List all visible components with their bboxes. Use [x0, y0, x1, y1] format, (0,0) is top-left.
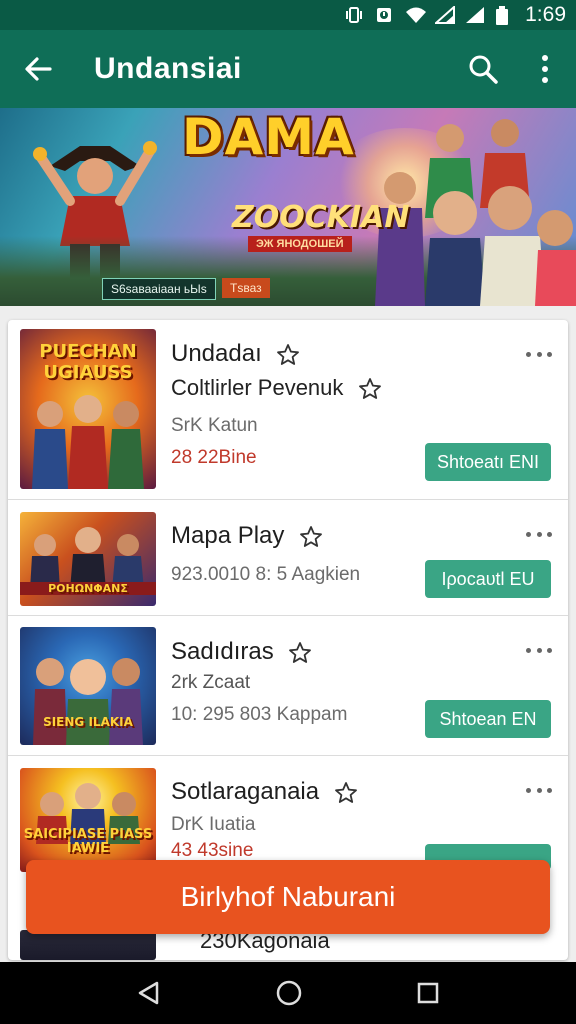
battery-icon [495, 6, 513, 25]
app-name-text: Sadıdıras [171, 638, 274, 665]
signal-icon [433, 4, 456, 24]
star-icon[interactable] [299, 525, 323, 549]
list-item[interactable]: SIENG ILAKIA Sadıdıras 2rk Zcaat 10: 295… [8, 616, 568, 756]
app-subtitle-meta: 2rk Zcaat [171, 672, 251, 693]
banner-tag-right: Тѕваз [222, 278, 270, 298]
app-name: Mapa Play [171, 522, 323, 550]
item-more-button[interactable] [526, 780, 552, 800]
app-screen: 1:69 Undansiai DAMA ZOOCKIAN ЭЖ ЯНОДОШЕЙ… [0, 0, 576, 1024]
nav-recents-icon[interactable] [416, 981, 440, 1005]
item-more-button[interactable] [526, 640, 552, 660]
search-icon [469, 55, 498, 84]
app-name-text: Undadaı [171, 340, 262, 367]
thumbnail-art-text: SAICIPIASE PIASS IAWIE [23, 827, 153, 856]
page-title: Undansiai [94, 52, 242, 85]
app-meta: SrK Katun [171, 415, 258, 436]
install-button[interactable]: Shtoean EN [425, 700, 551, 738]
star-icon[interactable] [288, 641, 312, 665]
app-name-text: Mapa Play [171, 522, 285, 549]
app-meta: 10: 295 803 Kappam [171, 704, 348, 725]
search-button[interactable] [452, 30, 514, 108]
app-subtitle-text: Coltlirler Pevenuk [171, 375, 344, 400]
nav-home-icon[interactable] [275, 979, 303, 1007]
star-icon[interactable] [334, 781, 358, 805]
alarm-icon [375, 6, 393, 24]
app-name: Sotlaraganaia [171, 778, 358, 806]
app-red-meta: 43 43sine [171, 840, 254, 861]
banner-logo-ribbon: ЭЖ ЯНОДОШЕЙ [248, 236, 352, 252]
list-item[interactable]: PUECHAN UGIAUSS Undadaı Coltlirler Peven… [8, 320, 568, 500]
status-time: 1:69 [525, 3, 566, 26]
primary-action-button[interactable]: Birlyhof Naburani [26, 860, 550, 934]
system-nav-bar [0, 962, 576, 1024]
thumbnail-art-text: PUECHAN UGIAUSS [39, 341, 137, 383]
vibrate-icon [345, 6, 363, 24]
thumbnail-characters [30, 527, 144, 590]
app-thumbnail: PUECHAN UGIAUSS [20, 329, 156, 489]
app-subtitle: Coltlirler Pevenuk [171, 375, 382, 401]
app-thumbnail-next [20, 930, 156, 960]
app-meta: DrK Iuatia [171, 814, 256, 835]
star-icon[interactable] [276, 343, 300, 367]
app-name: Undadaı [171, 340, 300, 368]
app-thumbnail: SIENG ILAKIA [20, 627, 156, 745]
banner-logo-title: DAMA [182, 108, 355, 166]
app-meta: 923.0010 8: 5 Aagkien [171, 564, 361, 585]
more-vert-icon [542, 55, 548, 83]
arrow-left-icon [25, 57, 52, 81]
install-button[interactable]: Shtoeatı ENI [425, 443, 551, 481]
list-item[interactable]: ΡΟΗΩΝΦΑΝΣ Mapa Play 923.0010 8: 5 Aagkie… [8, 500, 568, 616]
thumbnail-characters [32, 395, 144, 489]
app-red-meta: 28 22Bine [171, 447, 257, 468]
thumbnail-art-text: SIENG ILAKIA [43, 715, 133, 729]
nav-back-icon[interactable] [136, 980, 162, 1006]
app-thumbnail: SAICIPIASE PIASS IAWIE [20, 768, 156, 872]
featured-banner[interactable]: DAMA ZOOCKIAN ЭЖ ЯНОДОШЕЙ Ѕ6ѕавааіаан ьЫ… [0, 108, 576, 306]
item-more-button[interactable] [526, 344, 552, 364]
overflow-menu-button[interactable] [514, 30, 576, 108]
signal-icon-2 [465, 6, 485, 24]
app-name: Sadıdıras [171, 638, 312, 666]
item-more-button[interactable] [526, 524, 552, 544]
banner-tag-left: Ѕ6ѕавааіаан ьЫѕ [102, 278, 216, 300]
install-button[interactable]: Ιροcaυtl EU [425, 560, 551, 598]
banner-logo-subtitle: ZOOCKIAN [232, 200, 410, 235]
star-icon[interactable] [358, 377, 382, 401]
thumbnail-art-text: ΡΟΗΩΝΦΑΝΣ [20, 582, 156, 595]
app-thumbnail: ΡΟΗΩΝΦΑΝΣ [20, 512, 156, 606]
status-bar: 1:69 [0, 0, 576, 30]
back-button[interactable] [0, 30, 76, 108]
wifi-icon [405, 6, 427, 24]
app-bar: Undansiai [0, 30, 576, 108]
app-name-text: Sotlaraganaia [171, 778, 320, 805]
